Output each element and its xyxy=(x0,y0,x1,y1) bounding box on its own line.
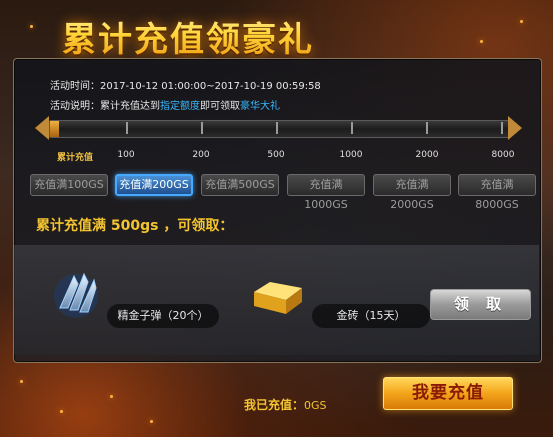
claim-button[interactable]: 领 取 xyxy=(430,289,531,320)
event-desc-text: 累计充值达到 xyxy=(100,101,160,112)
spark-decor xyxy=(30,25,33,28)
spark-decor xyxy=(110,395,113,398)
event-time-value: 2017-10-12 01:00:00~2017-10-19 00:59:58 xyxy=(100,81,321,92)
desc-highlight-amount: 指定额度 xyxy=(160,101,200,112)
recharge-progress-bar xyxy=(35,116,522,140)
event-desc-text: 即可领取 xyxy=(200,101,240,112)
desc-highlight-gift: 豪华大礼 xyxy=(240,101,280,112)
spark-decor xyxy=(480,40,483,43)
gold-brick-icon xyxy=(254,282,302,314)
progress-tick xyxy=(426,122,428,134)
event-desc-label: 活动说明： xyxy=(50,101,100,112)
reward-item-label: 金砖（15天） xyxy=(312,304,430,328)
tab-tier-1000[interactable]: 充值满1000GS xyxy=(287,174,365,211)
spark-decor xyxy=(520,20,523,23)
tab-tier-2000[interactable]: 充值满2000GS xyxy=(373,174,451,211)
progress-tick xyxy=(276,122,278,134)
spark-decor xyxy=(20,380,23,383)
progress-mark: 100 xyxy=(117,150,135,160)
threshold-amount: 500gs xyxy=(110,218,159,234)
spark-decor xyxy=(60,410,63,413)
threshold-suffix: ，可领取： xyxy=(163,218,234,234)
progress-start-label: 累计充值 xyxy=(56,153,94,163)
event-description: 活动说明：累计充值达到指定额度即可领取豪华大礼 xyxy=(50,97,280,112)
progress-tick xyxy=(126,122,128,134)
recharged-label: 我已充值： xyxy=(244,398,305,412)
spark-decor xyxy=(150,420,153,423)
progress-right-cap xyxy=(508,116,522,140)
recharged-amount: 我已充值：0GS xyxy=(244,396,327,413)
tab-tier-8000[interactable]: 充值满8000GS xyxy=(458,174,536,211)
page-title: 累计充值领豪礼 xyxy=(62,12,314,61)
progress-mark: 200 xyxy=(192,150,210,160)
tab-tier-500[interactable]: 充值满500GS xyxy=(201,174,279,196)
threshold-prefix: 累计充值满 xyxy=(36,218,106,234)
recharged-value: 0GS xyxy=(304,399,327,412)
tab-tier-200[interactable]: 充值满200GS xyxy=(115,174,193,196)
tab-tier-100[interactable]: 充值满100GS xyxy=(30,174,108,196)
progress-mark: 8000 xyxy=(491,150,515,160)
progress-tick xyxy=(201,122,203,134)
reward-threshold-heading: 累计充值满 500gs ，可领取： xyxy=(36,215,233,235)
progress-mark: 500 xyxy=(267,150,285,160)
recharge-button[interactable]: 我要充值 xyxy=(383,377,513,410)
bullet-emblem-icon xyxy=(54,272,98,318)
progress-tick xyxy=(351,122,353,134)
progress-tick xyxy=(501,122,503,134)
progress-left-cap xyxy=(35,116,49,140)
progress-fill xyxy=(50,121,60,137)
reward-item-label: 精金子弹（20个） xyxy=(107,304,219,328)
progress-track xyxy=(49,120,511,138)
progress-mark: 2000 xyxy=(415,150,439,160)
event-time: 活动时间：2017-10-12 01:00:00~2017-10-19 00:5… xyxy=(50,77,321,92)
event-time-label: 活动时间： xyxy=(50,81,100,92)
progress-mark: 1000 xyxy=(339,150,363,160)
